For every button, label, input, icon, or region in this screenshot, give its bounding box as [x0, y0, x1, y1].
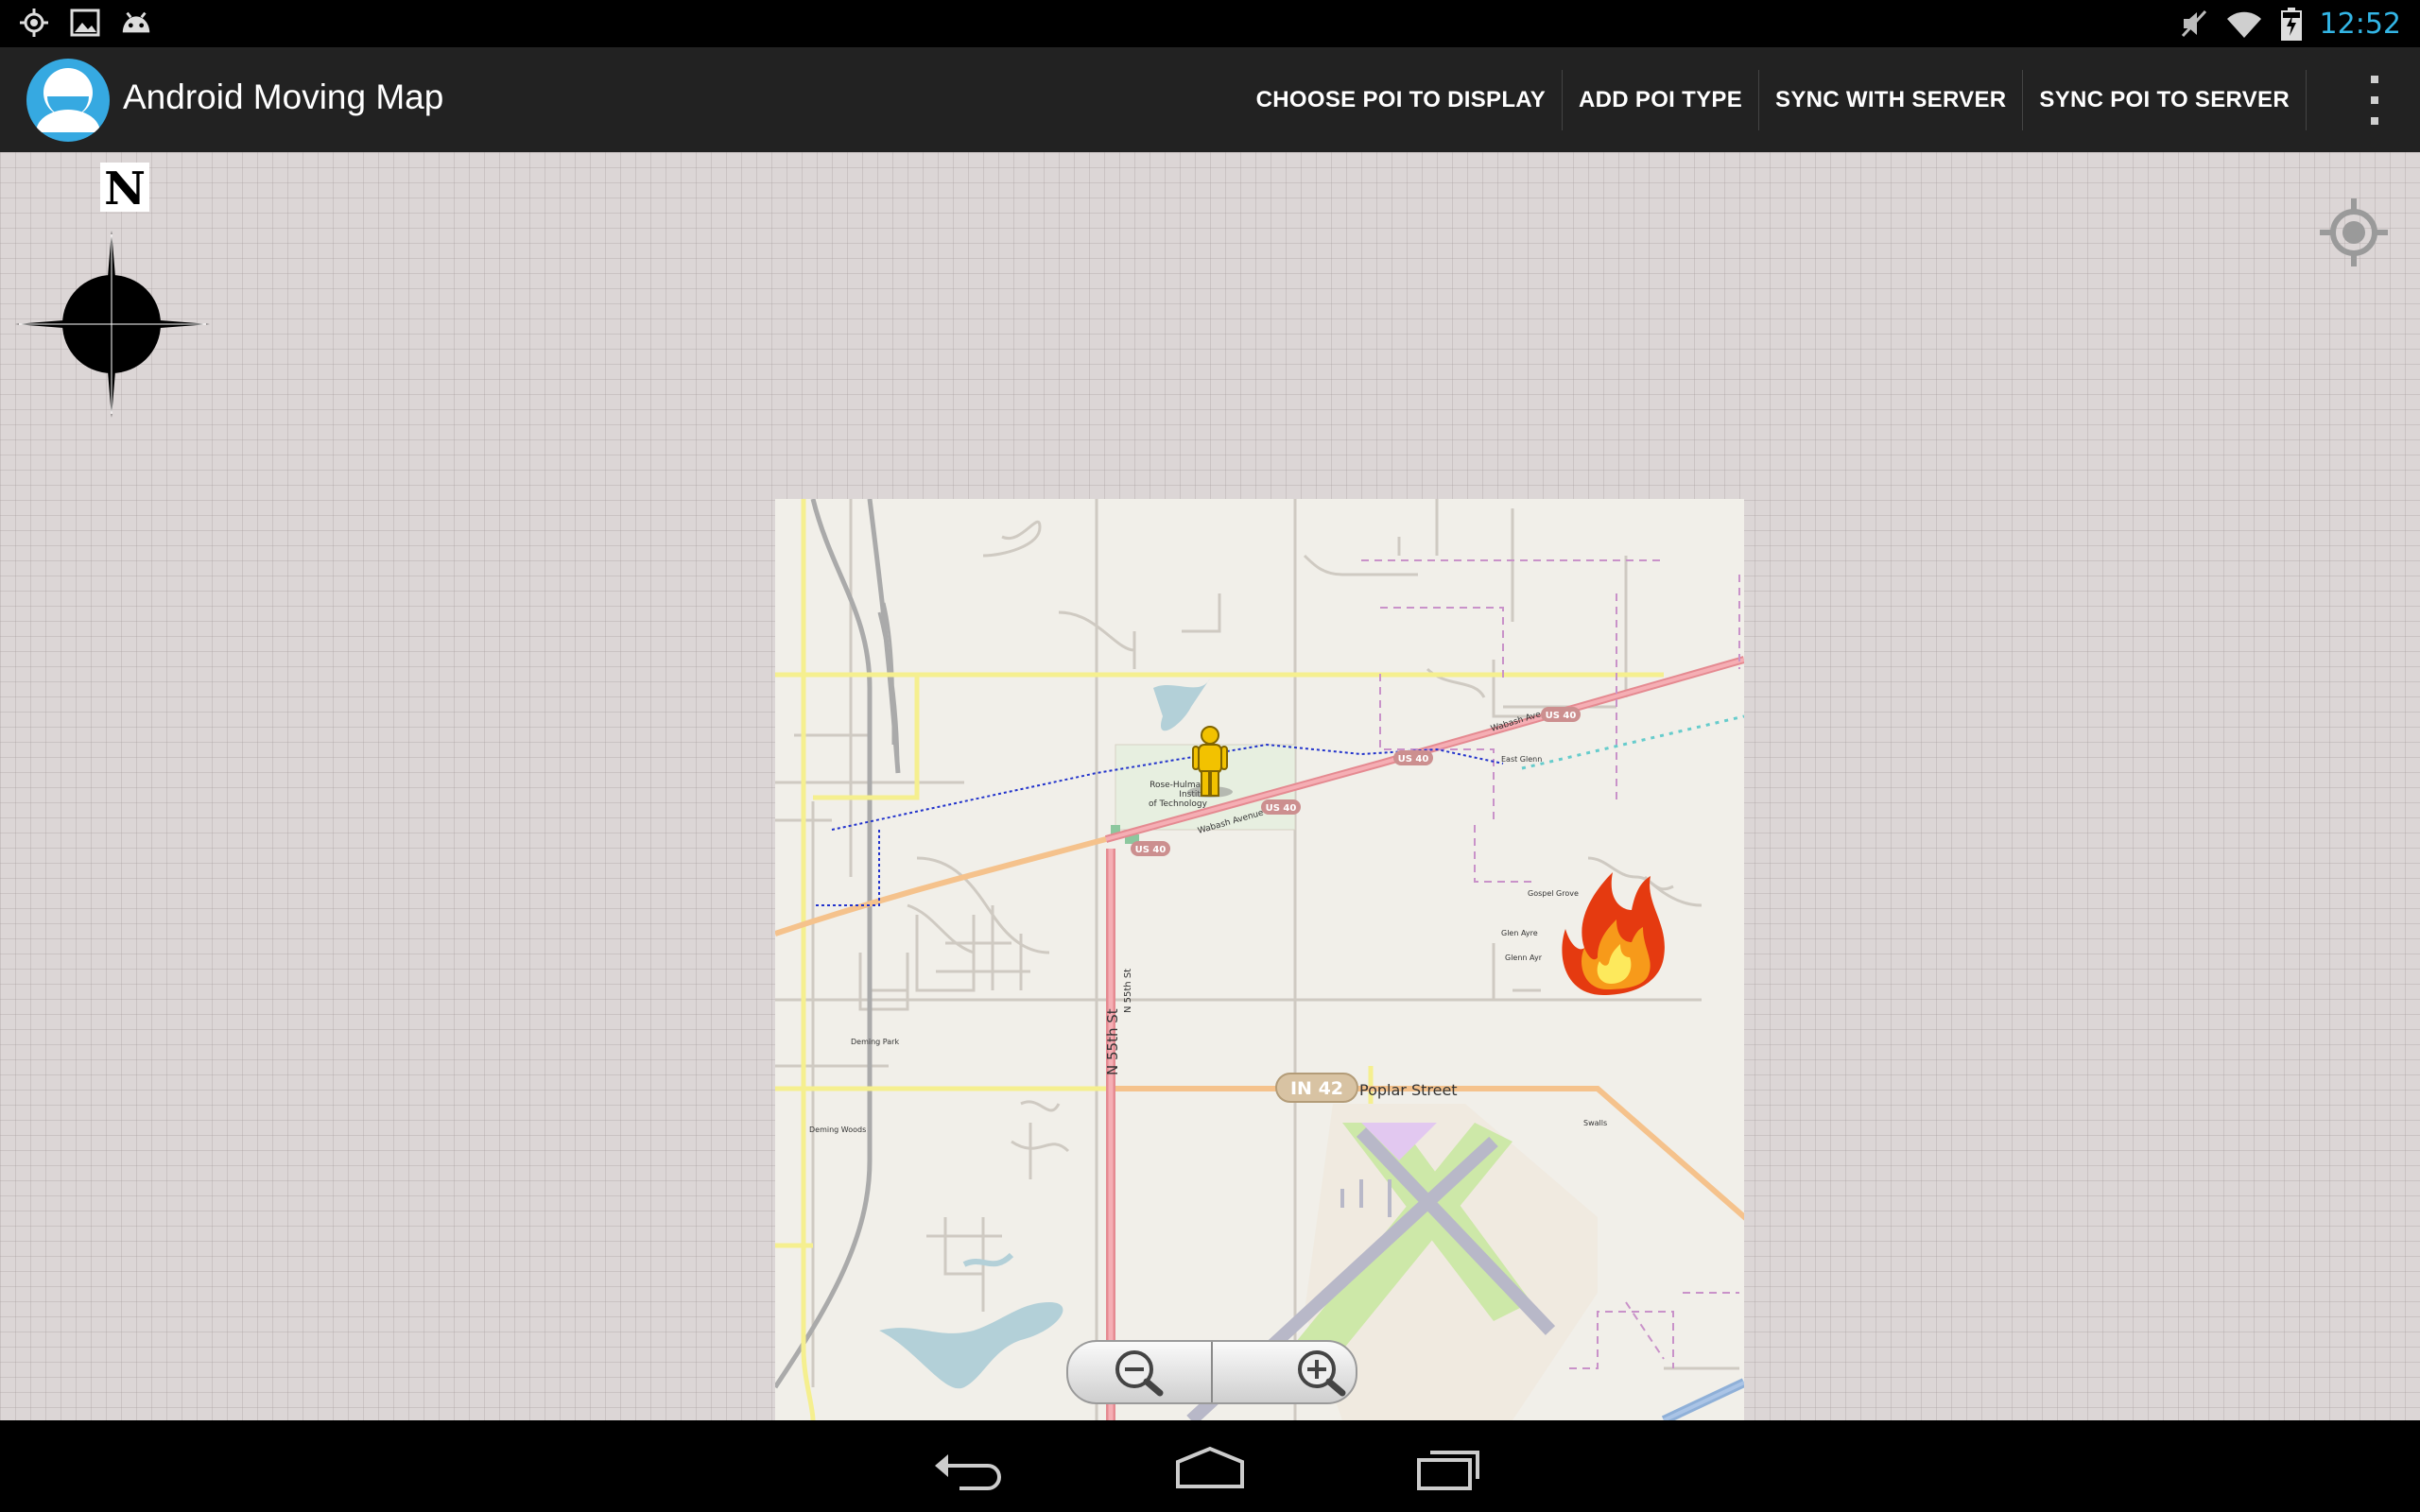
battery-charging-icon [2280, 8, 2302, 41]
map-label-poplar: Poplar Street [1359, 1081, 1458, 1099]
us40-shield-4: US 40 [1546, 711, 1577, 721]
us40-shield-1: US 40 [1135, 845, 1167, 855]
status-bar: 12:52 [0, 0, 2420, 47]
map-label-deming-woods: Deming Woods [809, 1125, 866, 1134]
map-label-deming-park: Deming Park [851, 1038, 899, 1046]
zoom-out-icon [1115, 1350, 1163, 1397]
pond [1153, 679, 1210, 731]
action-menu: CHOOSE POI TO DISPLAY ADD POI TYPE SYNC … [1240, 47, 2307, 152]
us40-shield-3: US 40 [1398, 754, 1429, 765]
clock: 12:52 [2319, 7, 2401, 41]
home-icon[interactable] [1172, 1443, 1248, 1490]
sync-with-server-button[interactable]: SYNC WITH SERVER [1759, 47, 2022, 152]
my-location-button[interactable] [2318, 197, 2390, 268]
sync-poi-to-server-button[interactable]: SYNC POI TO SERVER [2023, 47, 2306, 152]
map-label-n55th-2: N 55th St [1123, 969, 1133, 1013]
in42-shield: IN 42 [1290, 1078, 1343, 1099]
map-view[interactable]: N 55th St N 55th St Wabash Ave Wabash Av… [775, 499, 1744, 1420]
compass-icon: N [15, 163, 210, 418]
us40-shield-2: US 40 [1266, 803, 1297, 814]
back-icon[interactable] [931, 1443, 1007, 1490]
action-bar: Android Moving Map CHOOSE POI TO DISPLAY… [0, 47, 2420, 154]
gps-icon [17, 6, 51, 40]
map-label-glenn-ayr: Glenn Ayr [1505, 954, 1543, 962]
railroad [775, 499, 873, 1389]
recent-apps-icon[interactable] [1413, 1443, 1489, 1490]
app-logo-icon[interactable] [26, 59, 110, 142]
app-title: Android Moving Map [123, 77, 444, 116]
divider [2306, 69, 2307, 130]
wifi-icon [2226, 11, 2261, 39]
choose-poi-button[interactable]: CHOOSE POI TO DISPLAY [1240, 47, 1562, 152]
overflow-menu-icon[interactable] [2358, 76, 2392, 125]
map-label-n55th: N 55th St [1104, 1008, 1121, 1075]
map-label-glen-ayre: Glen Ayre [1501, 929, 1538, 937]
android-debug-icon [119, 6, 153, 40]
zoom-controls [1066, 1340, 1357, 1404]
map-label-gospel-grove: Gospel Grove [1528, 889, 1579, 898]
lake [879, 1302, 1063, 1389]
zoom-out-button[interactable] [1068, 1342, 1211, 1402]
mute-icon [2181, 9, 2206, 38]
picture-icon [68, 6, 102, 40]
add-poi-type-button[interactable]: ADD POI TYPE [1563, 47, 1758, 152]
map-label-east-glenn: East Glenn [1501, 755, 1542, 764]
zoom-in-icon [1297, 1350, 1345, 1397]
zoom-in-button[interactable] [1213, 1342, 1356, 1402]
map-label-swalls: Swalls [1583, 1119, 1607, 1127]
compass-north-label: N [104, 163, 146, 215]
navigation-bar [0, 1420, 2420, 1512]
